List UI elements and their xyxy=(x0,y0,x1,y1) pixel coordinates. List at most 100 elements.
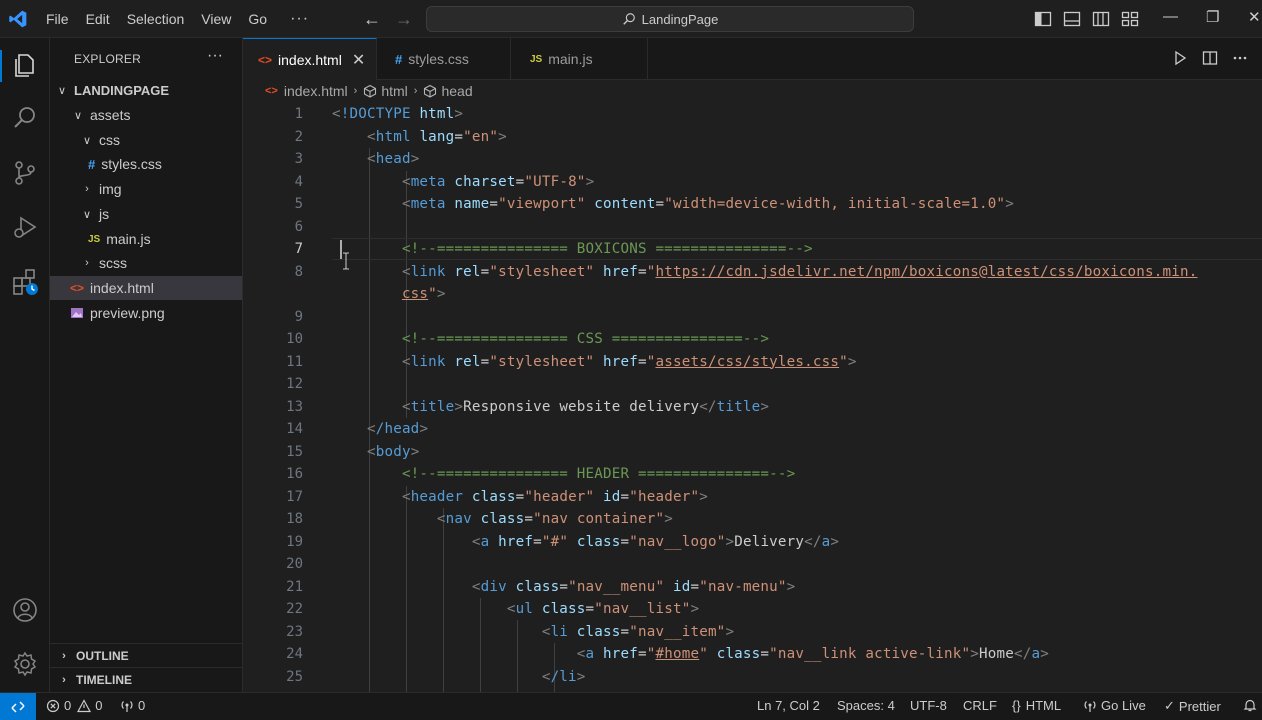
minimize-icon[interactable]: — xyxy=(1163,8,1178,25)
account-icon[interactable] xyxy=(11,596,39,624)
end-of-line[interactable]: CRLF xyxy=(963,698,997,713)
tree-folder-css[interactable]: ∨ css xyxy=(50,128,242,152)
more-actions-icon[interactable] xyxy=(1232,50,1248,66)
menu-edit[interactable]: Edit xyxy=(86,11,110,27)
split-editor-icon[interactable] xyxy=(1202,50,1218,66)
notifications-bell-icon[interactable] xyxy=(1243,698,1261,712)
menu-go[interactable]: Go xyxy=(248,11,267,27)
vscode-logo-icon xyxy=(9,10,27,28)
token: div xyxy=(480,578,507,595)
tree-file-main-js[interactable]: JS main.js xyxy=(50,227,242,251)
encoding[interactable]: UTF-8 xyxy=(910,698,947,713)
customize-layout-icon[interactable] xyxy=(1121,10,1139,28)
code-line: 11 <link rel="stylesheet" href="assets/c… xyxy=(243,351,1262,374)
close-tab-icon[interactable]: ✕ xyxy=(352,50,365,70)
tab-index-html[interactable]: <> index.html ✕ xyxy=(243,38,377,80)
indentation[interactable]: Spaces: 4 xyxy=(837,698,895,713)
extensions-icon[interactable] xyxy=(11,268,39,296)
tree-label: img xyxy=(99,181,122,197)
token: link xyxy=(410,263,446,280)
tree-label: index.html xyxy=(90,280,154,296)
toggle-panel-icon[interactable] xyxy=(1063,10,1081,28)
token: class xyxy=(541,601,586,617)
token: "nav__menu" xyxy=(568,578,665,595)
tree-file-index-html[interactable]: <> index.html xyxy=(50,276,242,300)
code-line: 14 </head> xyxy=(243,418,1262,441)
tree-folder-assets[interactable]: ∨ assets xyxy=(50,103,242,127)
back-arrow-icon[interactable]: ← xyxy=(363,9,381,30)
source-control-icon[interactable] xyxy=(11,159,39,187)
breadcrumb-item-file[interactable]: index.html xyxy=(284,83,348,99)
menu-selection[interactable]: Selection xyxy=(127,11,185,27)
tree-folder-js[interactable]: ∨ js xyxy=(50,202,242,226)
restore-icon[interactable]: ❐ xyxy=(1206,8,1219,26)
html-file-icon: <> xyxy=(258,52,273,67)
code-line: 6 xyxy=(243,216,1262,239)
code-text: <a href="#" class="nav__logo">Delivery</… xyxy=(471,533,840,550)
token: Home xyxy=(978,646,1014,662)
outline-section[interactable]: › OUTLINE xyxy=(50,643,242,667)
token: /head xyxy=(375,421,420,437)
problems-indicator[interactable]: 0 0 xyxy=(46,698,102,713)
tree-file-preview-png[interactable]: preview.png xyxy=(50,301,242,325)
go-live-label: Go Live xyxy=(1101,698,1146,713)
code-text: <!DOCTYPE html> xyxy=(332,106,464,122)
token: head xyxy=(375,151,411,167)
toggle-primary-sidebar-icon[interactable] xyxy=(1034,10,1052,28)
tree-root-landingpage[interactable]: ∨ LANDINGPAGE xyxy=(50,78,242,102)
run-icon[interactable] xyxy=(1172,50,1188,66)
code-line: 20 xyxy=(243,553,1262,576)
command-center-search[interactable]: LandingPage xyxy=(426,6,914,32)
tree-file-styles-css[interactable]: # styles.css xyxy=(50,152,242,176)
tab-main-js[interactable]: JS main.js xyxy=(511,38,648,80)
token: class xyxy=(716,646,761,662)
token: Responsive website delivery xyxy=(463,398,700,415)
warning-icon xyxy=(77,698,92,712)
breadcrumb-item-head[interactable]: head xyxy=(441,83,472,99)
token: ul xyxy=(515,601,534,617)
toggle-secondary-sidebar-icon[interactable] xyxy=(1092,10,1110,28)
link-token[interactable]: #home xyxy=(655,646,699,662)
code-line: 10 <!--=============== CSS =============… xyxy=(243,328,1262,351)
prettier-status[interactable]: ✓ Prettier xyxy=(1164,698,1221,714)
line-number: 22 xyxy=(286,601,303,617)
menu-view[interactable]: View xyxy=(201,11,231,27)
forward-arrow-icon[interactable]: → xyxy=(395,9,413,30)
remote-indicator[interactable] xyxy=(0,693,36,720)
token: meta xyxy=(410,173,446,190)
link-token[interactable]: https://cdn.jsdelivr.net/npm/boxicons@la… xyxy=(656,264,1198,280)
code-line-current: 7 <!--=============== BOXICONS =========… xyxy=(243,238,1262,261)
ports-indicator[interactable]: 0 xyxy=(120,698,145,713)
menu-more-button[interactable]: ··· xyxy=(290,10,309,28)
timeline-section[interactable]: › TIMELINE xyxy=(50,667,242,691)
token: id xyxy=(673,578,691,595)
code-text: <!--=============== HEADER =============… xyxy=(332,463,795,486)
tab-styles-css[interactable]: # styles.css xyxy=(377,38,511,80)
run-debug-icon[interactable] xyxy=(11,213,39,241)
explorer-more-button[interactable]: ··· xyxy=(207,47,223,65)
language-mode[interactable]: {} HTML xyxy=(1012,698,1061,713)
menu-file[interactable]: File xyxy=(46,11,69,27)
link-token[interactable]: assets/css/styles.css xyxy=(656,354,840,370)
go-live-button[interactable]: Go Live xyxy=(1083,698,1146,713)
close-window-icon[interactable]: ✕ xyxy=(1248,8,1261,26)
section-label: OUTLINE xyxy=(76,648,129,663)
search-icon[interactable] xyxy=(11,104,39,132)
code-line: 19 <a href="#" class="nav__logo">Deliver… xyxy=(243,531,1262,554)
tree-folder-img[interactable]: › img xyxy=(50,177,242,201)
line-number: 20 xyxy=(286,556,303,572)
editor-tab-bar: <> index.html ✕ # styles.css JS main.js xyxy=(243,38,1262,80)
settings-gear-icon[interactable] xyxy=(11,650,39,678)
breadcrumb-item-html[interactable]: html xyxy=(381,83,407,99)
code-line: 12 xyxy=(243,373,1262,396)
chevron-right-icon: › xyxy=(353,85,358,97)
token: title xyxy=(410,398,455,415)
explorer-icon[interactable] xyxy=(11,51,39,79)
token: link xyxy=(410,353,446,370)
cursor-position[interactable]: Ln 7, Col 2 xyxy=(757,698,820,713)
token: id xyxy=(603,488,621,505)
tree-folder-scss[interactable]: › scss xyxy=(50,251,242,275)
token: html xyxy=(419,106,455,122)
link-token[interactable]: css xyxy=(402,286,428,302)
code-editor[interactable]: 1 <!DOCTYPE html> 2 <html lang="en"> 3 <… xyxy=(243,103,1262,692)
